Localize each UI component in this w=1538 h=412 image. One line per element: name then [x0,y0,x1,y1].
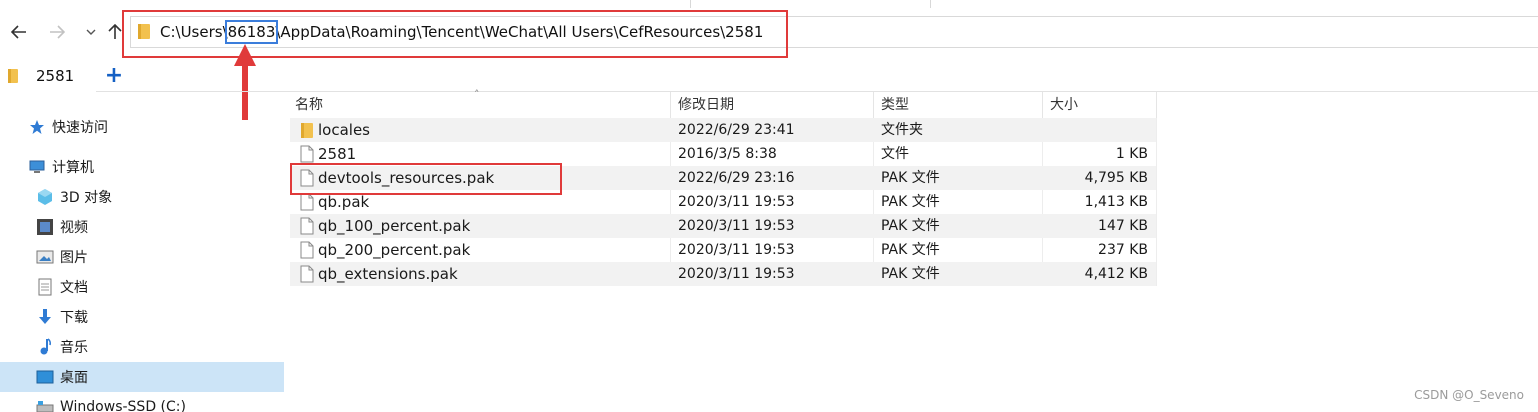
file-icon [300,145,314,163]
arrow-left-icon [11,25,26,39]
sidebar-item-videos[interactable]: 视频 [0,212,284,242]
file-type: PAK 文件 [881,242,940,258]
file-size [1048,118,1148,142]
column-separator[interactable] [1156,92,1157,118]
column-separator[interactable] [1042,92,1043,118]
file-modified: 2016/3/5 8:38 [678,146,777,162]
column-header-name[interactable]: 名称 [291,92,669,118]
file-size: 1 KB [1115,146,1148,162]
sidebar-item-music[interactable]: 音乐 [0,332,284,362]
file-icon [300,217,314,235]
arrow-right-icon [50,25,65,39]
sidebar-item-label: 文档 [60,280,88,296]
music-icon [36,338,54,356]
file-modified: 2022/6/29 23:16 [678,170,795,186]
file-row[interactable]: qb_200_percent.pak 2020/3/11 19:53 PAK 文… [290,238,1156,262]
file-modified: 2020/3/11 19:53 [678,194,795,210]
forward-button[interactable] [46,20,68,44]
annotation-box [290,163,562,195]
sidebar-item-3d-objects[interactable]: 3D 对象 [0,182,284,212]
file-name: locales [318,121,370,139]
file-name: qb_extensions.pak [318,265,458,283]
file-modified: 2020/3/11 19:53 [678,242,795,258]
tab-2581[interactable]: 2581 [0,60,96,92]
file-size: 1,413 KB [1084,194,1148,210]
sidebar-item-computer[interactable]: 计算机 [0,152,284,182]
sidebar-item-desktop[interactable]: 桌面 [0,362,284,392]
sidebar-item-label: 快速访问 [52,120,108,136]
file-type: PAK 文件 [881,218,940,234]
back-button[interactable] [8,20,30,44]
file-row[interactable]: qb_extensions.pak 2020/3/11 19:53 PAK 文件… [290,262,1156,286]
sidebar-item-quick-access[interactable]: 快速访问 [0,112,284,142]
documents-icon [36,278,54,296]
sidebar-item-label: 计算机 [52,160,94,176]
file-modified: 2022/6/29 23:41 [678,122,795,138]
folder-icon [301,123,313,138]
sidebar-item-pictures[interactable]: 图片 [0,242,284,272]
file-type: PAK 文件 [881,170,940,186]
file-modified: 2020/3/11 19:53 [678,218,795,234]
star-icon [28,118,46,136]
recent-locations-button[interactable] [80,20,102,44]
file-name: qb_200_percent.pak [318,241,471,259]
file-icon [300,193,314,211]
divider [930,0,931,8]
file-icon [300,265,314,283]
sidebar-item-documents[interactable]: 文档 [0,272,284,302]
3d-objects-icon [36,188,54,206]
file-type: 文件 [881,146,909,162]
video-icon [36,218,54,236]
column-header-modified[interactable]: 修改日期 [674,92,872,118]
file-size: 147 KB [1098,218,1148,234]
folder-icon [8,69,18,83]
chevron-down-icon [86,29,96,35]
navigation-pane: 快速访问 计算机 3D 对象 视频 图片 文档 下载 音乐 桌面 Windows… [0,92,284,412]
sidebar-item-label: 桌面 [60,370,88,386]
watermark: CSDN @O_Seveno [1414,388,1524,402]
drive-icon [36,398,54,412]
sidebar-item-label: 图片 [60,250,88,266]
sidebar-item-label: 视频 [60,220,88,236]
file-size: 4,412 KB [1084,266,1148,282]
sidebar-item-label: 下载 [60,310,88,326]
divider [690,0,691,8]
tab-label: 2581 [36,67,75,85]
column-header-type[interactable]: 类型 [877,92,1041,118]
file-type: PAK 文件 [881,266,940,282]
sidebar-item-drive-c[interactable]: Windows-SSD (C:) [0,392,284,412]
column-separator[interactable] [873,92,874,118]
sidebar-item-label: 音乐 [60,340,88,356]
computer-icon [28,158,46,176]
pictures-icon [36,248,54,266]
column-gridline [1156,118,1157,286]
sidebar-item-label: Windows-SSD (C:) [60,399,186,412]
top-strip [0,0,1538,8]
column-header-size[interactable]: 大小 [1046,92,1156,118]
file-size: 237 KB [1098,242,1148,258]
file-type: 文件夹 [881,122,923,138]
file-row[interactable]: locales 2022/6/29 23:41 文件夹 [290,118,1156,142]
new-tab-button[interactable]: + [104,62,124,90]
annotation-box [122,10,788,58]
file-modified: 2020/3/11 19:53 [678,266,795,282]
column-separator[interactable] [670,92,671,118]
file-name: qb_100_percent.pak [318,217,471,235]
arrow-up-icon [108,24,122,39]
desktop-icon [36,368,54,386]
file-icon [300,241,314,259]
file-size: 4,795 KB [1084,170,1148,186]
sidebar-item-label: 3D 对象 [60,190,113,206]
file-type: PAK 文件 [881,194,940,210]
download-icon [36,308,54,326]
file-row[interactable]: qb_100_percent.pak 2020/3/11 19:53 PAK 文… [290,214,1156,238]
sidebar-item-downloads[interactable]: 下载 [0,302,284,332]
